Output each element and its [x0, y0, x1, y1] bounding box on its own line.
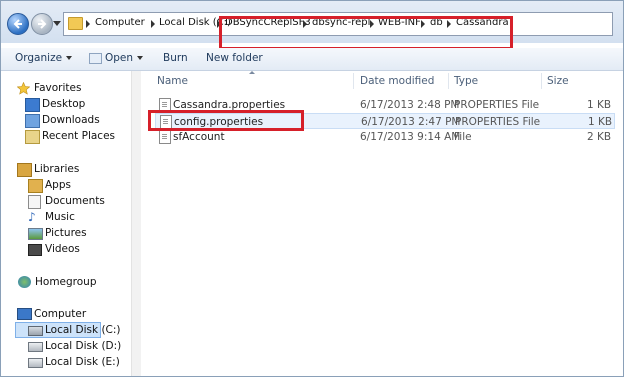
organize-label: Organize: [15, 52, 63, 64]
column-header-size[interactable]: Size: [547, 75, 569, 87]
file-date: 6/17/2013 2:47 PM: [361, 116, 461, 128]
nav-apps-label: Apps: [45, 179, 71, 191]
breadcrumb-separator-icon[interactable]: [86, 20, 90, 28]
selected-nav-highlight: [15, 322, 101, 338]
file-type: File: [454, 131, 472, 143]
organize-button[interactable]: Organize: [15, 52, 73, 64]
homegroup-icon: [18, 276, 31, 288]
back-arrow-icon: [13, 19, 22, 29]
star-icon: [17, 82, 30, 95]
nav-documents-label: Documents: [45, 195, 105, 207]
file-size: 1 KB: [588, 116, 613, 128]
open-label: Open: [105, 52, 134, 64]
folder-icon: [68, 17, 83, 30]
file-type: PROPERTIES File: [455, 116, 541, 128]
new-folder-button[interactable]: New folder: [206, 52, 263, 64]
videos-icon: [28, 244, 42, 256]
generic-file-icon: [159, 130, 171, 144]
burn-button[interactable]: Burn: [163, 52, 188, 64]
open-icon: [89, 52, 102, 64]
nav-favorites-label: Favorites: [34, 82, 82, 94]
explorer-window: Computer Local Disk (C:) DBSyncCReplSF3 …: [0, 0, 624, 377]
nav-recent-places-label: Recent Places: [42, 130, 116, 142]
recent-pages-dropdown-icon[interactable]: [53, 21, 61, 27]
file-date: 6/17/2013 2:48 PM: [360, 99, 460, 111]
back-button[interactable]: [7, 13, 29, 35]
chevron-down-icon: [137, 56, 144, 60]
nav-music-label: Music: [45, 211, 75, 223]
open-button[interactable]: Open: [89, 52, 144, 64]
nav-downloads-label: Downloads: [42, 114, 100, 126]
nav-computer-label: Computer: [34, 308, 87, 320]
forward-arrow-icon: [38, 19, 47, 29]
column-header-type[interactable]: Type: [454, 75, 478, 87]
file-type: PROPERTIES File: [454, 99, 540, 111]
apps-library-icon: [28, 179, 43, 193]
file-name: sfAccount: [173, 131, 225, 143]
nav-desktop-label: Desktop: [42, 98, 86, 110]
sort-ascending-icon: [249, 71, 255, 74]
recent-places-icon: [25, 130, 40, 144]
breadcrumb-separator-icon[interactable]: [151, 20, 155, 28]
column-header-name[interactable]: Name: [157, 75, 188, 87]
address-highlight-box: [219, 16, 513, 50]
chevron-down-icon: [66, 56, 73, 60]
documents-icon: [28, 195, 41, 209]
libraries-icon: [17, 163, 32, 177]
navigation-scrollbar[interactable]: [131, 71, 141, 376]
command-bar: Organize Open Burn New folder: [1, 48, 623, 71]
file-date: 6/17/2013 9:14 AM: [360, 131, 461, 143]
file-size: 2 KB: [587, 131, 612, 143]
breadcrumb-computer[interactable]: Computer: [95, 17, 145, 28]
nav-pictures-label: Pictures: [45, 227, 87, 239]
computer-icon: [17, 308, 32, 320]
file-row[interactable]: sfAccount 6/17/2013 9:14 AM File 2 KB: [155, 129, 615, 145]
desktop-icon: [25, 98, 40, 112]
address-row: Computer Local Disk (C:) DBSyncCReplSF3 …: [1, 1, 623, 50]
forward-button[interactable]: [31, 13, 53, 35]
pictures-icon: [28, 228, 43, 240]
column-divider[interactable]: [353, 73, 354, 89]
file-highlight-box: [148, 110, 304, 131]
music-note-icon: ♪: [28, 210, 36, 224]
file-size: 1 KB: [587, 99, 612, 111]
downloads-icon: [25, 114, 40, 128]
nav-videos-label: Videos: [45, 243, 80, 255]
column-divider[interactable]: [448, 73, 449, 89]
column-divider[interactable]: [541, 73, 542, 89]
nav-libraries-label: Libraries: [34, 163, 80, 175]
column-header-date-modified[interactable]: Date modified: [360, 75, 434, 87]
nav-homegroup-label: Homegroup: [35, 276, 97, 288]
